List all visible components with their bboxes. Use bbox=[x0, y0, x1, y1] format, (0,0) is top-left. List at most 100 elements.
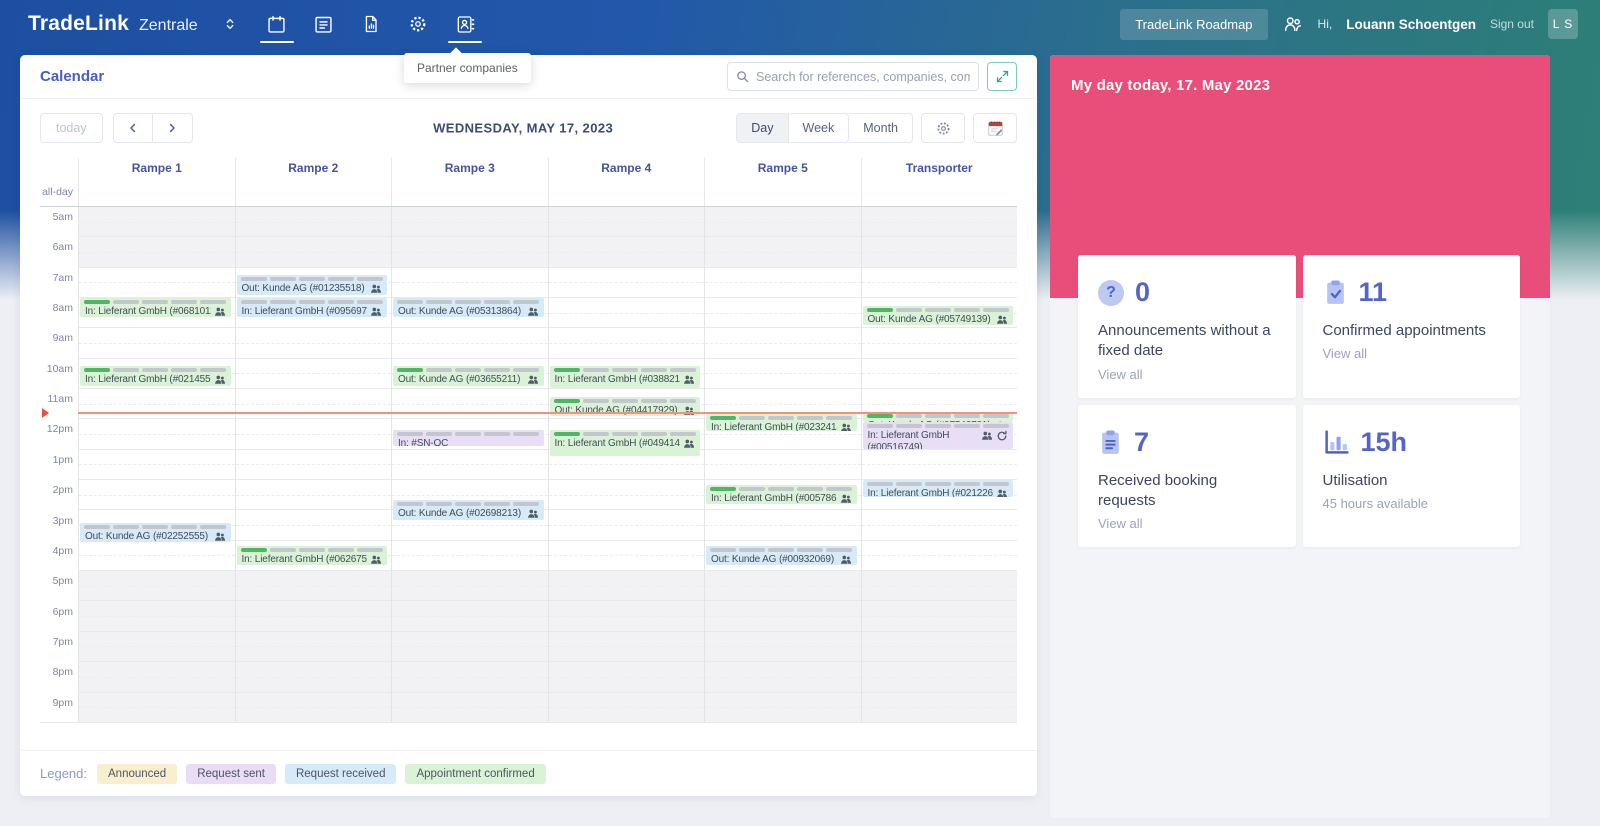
hour-cell[interactable] bbox=[235, 389, 391, 420]
hour-cell[interactable] bbox=[392, 692, 548, 723]
hour-cell[interactable] bbox=[79, 571, 235, 602]
hour-cell[interactable] bbox=[705, 692, 861, 723]
hour-cell[interactable] bbox=[548, 328, 704, 359]
hour-cell[interactable] bbox=[79, 480, 235, 511]
view-month-button[interactable]: Month bbox=[849, 113, 913, 143]
all-day-cell[interactable] bbox=[704, 180, 861, 206]
hour-cell[interactable] bbox=[235, 662, 391, 693]
all-day-cell[interactable] bbox=[78, 180, 235, 206]
today-button[interactable]: today bbox=[40, 113, 103, 143]
day-column-rampe-4[interactable]: In: Lieferant GmbH (#03882145) Out: Kunde… bbox=[547, 207, 704, 723]
hour-cell[interactable] bbox=[705, 450, 861, 481]
all-day-cell[interactable] bbox=[547, 180, 705, 206]
prev-day-button[interactable] bbox=[112, 113, 153, 143]
hour-cell[interactable] bbox=[705, 359, 861, 390]
hour-cell[interactable] bbox=[861, 631, 1017, 663]
calendar-event[interactable]: Out: Kunde AG (#05749139) bbox=[862, 305, 1013, 325]
hour-cell[interactable] bbox=[705, 601, 861, 632]
hour-cell[interactable] bbox=[861, 328, 1017, 359]
calendar-event[interactable]: Out: Kunde AG (#03655211) bbox=[393, 366, 544, 386]
next-day-button[interactable] bbox=[152, 113, 193, 143]
hour-cell[interactable] bbox=[861, 268, 1017, 299]
hour-cell[interactable] bbox=[861, 510, 1017, 541]
hour-cell[interactable] bbox=[705, 631, 861, 663]
calendar-event[interactable]: In: Lieferant GmbH (#09569711) bbox=[236, 298, 387, 318]
day-column-rampe-2[interactable]: Out: Kunde AG (#01235518) In: Lieferant G… bbox=[234, 207, 391, 723]
hour-cell[interactable] bbox=[861, 662, 1017, 693]
hour-cell[interactable] bbox=[705, 328, 861, 359]
hour-cell[interactable] bbox=[548, 237, 704, 268]
hour-cell[interactable] bbox=[235, 359, 391, 390]
day-column-rampe-1[interactable]: In: Lieferant GmbH (#06810117) In: Liefer… bbox=[78, 207, 235, 723]
hour-cell[interactable] bbox=[79, 631, 235, 663]
search-input[interactable] bbox=[727, 62, 979, 91]
calendar-event[interactable]: In: Lieferant GmbH (#00578662) bbox=[706, 485, 857, 505]
workspace-switcher-icon[interactable] bbox=[222, 16, 238, 32]
hour-cell[interactable] bbox=[705, 298, 861, 329]
calendar-event[interactable]: Out: Kunde AG (#00932069) bbox=[706, 545, 857, 566]
view-week-button[interactable]: Week bbox=[788, 113, 850, 143]
hour-cell[interactable] bbox=[392, 631, 548, 663]
hour-cell[interactable] bbox=[548, 692, 704, 723]
expand-calendar-button[interactable] bbox=[987, 62, 1017, 91]
all-day-cell[interactable] bbox=[860, 180, 1018, 206]
calendar-event[interactable]: Out: Kunde AG (#05313864) bbox=[393, 298, 544, 318]
hour-cell[interactable] bbox=[235, 510, 391, 541]
hour-cell[interactable] bbox=[392, 601, 548, 632]
hour-cell[interactable] bbox=[861, 450, 1017, 481]
view-all-link[interactable]: View all bbox=[1098, 516, 1276, 531]
view-day-button[interactable]: Day bbox=[736, 113, 789, 143]
hour-cell[interactable] bbox=[79, 389, 235, 420]
hour-cell[interactable] bbox=[392, 571, 548, 602]
hour-cell[interactable] bbox=[861, 571, 1017, 602]
hour-cell[interactable] bbox=[861, 207, 1017, 238]
nav-bookings-icon[interactable] bbox=[307, 0, 341, 48]
hour-cell[interactable] bbox=[235, 480, 391, 511]
hour-cell[interactable] bbox=[705, 207, 861, 238]
avatar[interactable]: L S bbox=[1548, 9, 1578, 39]
calendar-event[interactable]: In: Lieferant GmbH (#06810117) bbox=[80, 298, 231, 318]
calendar-event[interactable]: In: #SN-OC bbox=[393, 429, 544, 447]
hour-cell[interactable] bbox=[392, 662, 548, 693]
sign-out-link[interactable]: Sign out bbox=[1490, 17, 1534, 31]
hour-cell[interactable] bbox=[861, 237, 1017, 268]
hour-cell[interactable] bbox=[235, 631, 391, 663]
hour-cell[interactable] bbox=[548, 510, 704, 541]
calendar-event[interactable]: In: Lieferant GmbH (#04941482) bbox=[549, 429, 700, 457]
hour-cell[interactable] bbox=[392, 207, 548, 238]
hour-cell[interactable] bbox=[705, 237, 861, 268]
hour-cell[interactable] bbox=[79, 237, 235, 268]
calendar-event[interactable]: In: Lieferant GmbH (#00516749) bbox=[862, 421, 1013, 449]
calendar-event[interactable]: In: Lieferant GmbH (#02145508) bbox=[80, 366, 231, 386]
calendar-event[interactable]: In: Lieferant GmbH (#06267570) bbox=[236, 545, 387, 566]
hour-cell[interactable] bbox=[548, 541, 704, 572]
hour-cell[interactable] bbox=[705, 662, 861, 693]
hour-cell[interactable] bbox=[392, 389, 548, 420]
hour-cell[interactable] bbox=[235, 207, 391, 238]
hour-cell[interactable] bbox=[861, 692, 1017, 723]
calendar-settings-button[interactable] bbox=[921, 113, 965, 143]
hour-cell[interactable] bbox=[392, 541, 548, 572]
hour-cell[interactable] bbox=[861, 359, 1017, 390]
view-all-link[interactable]: View all bbox=[1323, 346, 1501, 361]
hour-cell[interactable] bbox=[548, 480, 704, 511]
hour-cell[interactable] bbox=[79, 328, 235, 359]
hour-cell[interactable] bbox=[392, 237, 548, 268]
calendar-event[interactable]: Out: Kunde AG (#02252555) bbox=[80, 523, 231, 543]
nav-settings-icon[interactable] bbox=[401, 0, 435, 48]
hour-cell[interactable] bbox=[861, 541, 1017, 572]
hour-cell[interactable] bbox=[548, 571, 704, 602]
hour-cell[interactable] bbox=[79, 419, 235, 450]
hour-cell[interactable] bbox=[79, 541, 235, 572]
hour-cell[interactable] bbox=[548, 207, 704, 238]
calendar-event[interactable]: In: Lieferant GmbH (#03882145) bbox=[549, 366, 700, 389]
hour-cell[interactable] bbox=[79, 662, 235, 693]
day-column-transporter[interactable]: Out: Kunde AG (#05749139)Out: Kunde AG (… bbox=[860, 207, 1017, 723]
day-column-rampe-3[interactable]: Out: Kunde AG (#05313864) Out: Kunde AG (… bbox=[391, 207, 548, 723]
roadmap-button[interactable]: TradeLink Roadmap bbox=[1120, 8, 1268, 40]
hour-cell[interactable] bbox=[548, 298, 704, 329]
nav-documents-icon[interactable] bbox=[354, 0, 388, 48]
hour-cell[interactable] bbox=[548, 631, 704, 663]
hour-cell[interactable] bbox=[235, 328, 391, 359]
calendar-event[interactable]: Out: Kunde AG (#01235518) bbox=[236, 275, 387, 295]
